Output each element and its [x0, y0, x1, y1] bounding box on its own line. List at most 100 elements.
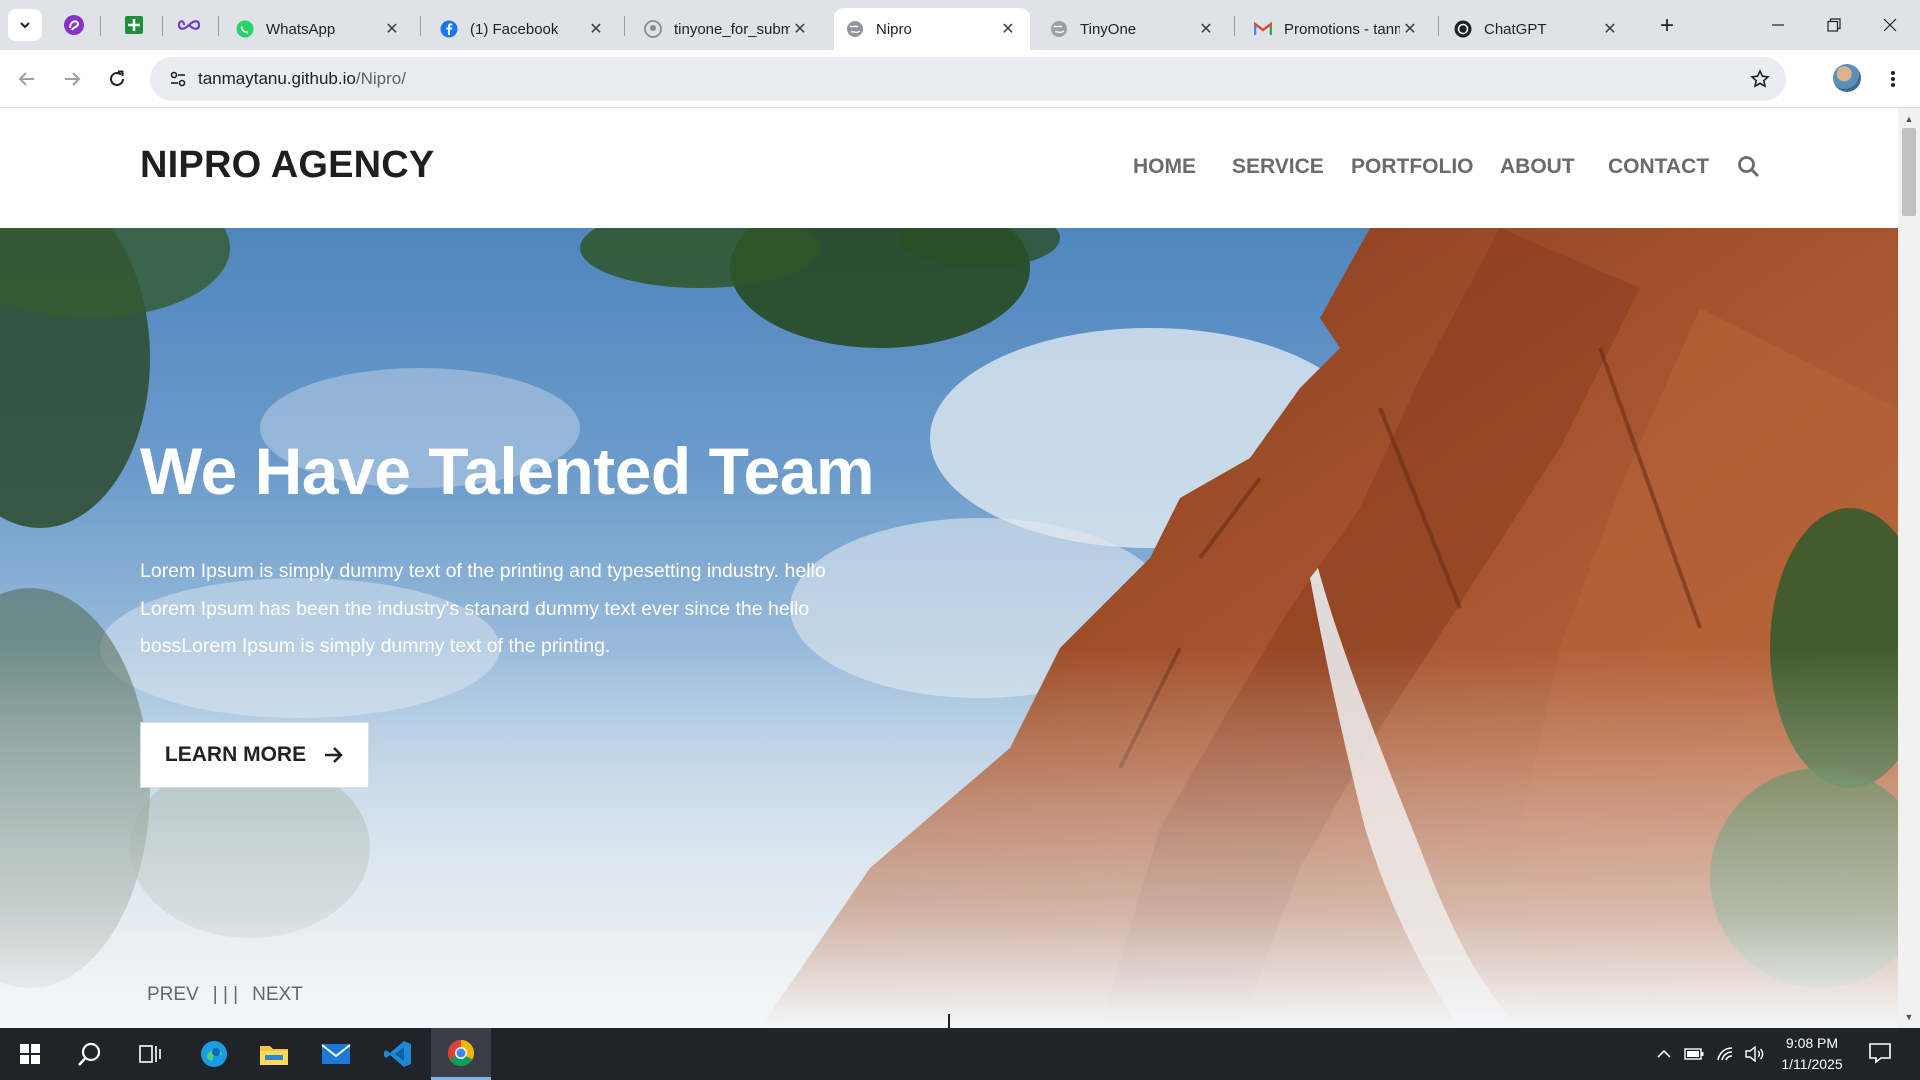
taskbar-chrome[interactable]: [431, 1028, 491, 1080]
close-tab-icon[interactable]: ✕: [586, 19, 606, 39]
volume-icon[interactable]: [1742, 1042, 1766, 1066]
scrollbar-thumb[interactable]: [1902, 128, 1916, 216]
windows-taskbar: 9:08 PM 1/11/2025: [0, 1028, 1920, 1080]
start-button[interactable]: [0, 1028, 60, 1080]
close-tab-icon[interactable]: ✕: [1600, 19, 1620, 39]
pinned-tab-1[interactable]: [54, 9, 94, 41]
forward-arrow-icon: [65, 72, 81, 86]
nav-home[interactable]: HOME: [1133, 155, 1196, 179]
app-logo-icon: [64, 15, 84, 35]
tab-title: Nipro: [876, 20, 912, 38]
taskbar-edge[interactable]: [184, 1028, 244, 1080]
slider-divider: | | |: [212, 984, 239, 1005]
tab-strip: WhatsApp ✕ (1) Facebook ✕ tinyone_for_su…: [0, 0, 1920, 50]
site-info-icon[interactable]: [158, 57, 198, 101]
windows-icon: [20, 1044, 40, 1064]
vscode-icon: [384, 1041, 411, 1067]
infinity-icon: [178, 20, 200, 30]
page-scrollbar[interactable]: ▲ ▼: [1898, 108, 1920, 1028]
tab-title: tinyone_for_submission: [674, 20, 790, 38]
text-cursor: [948, 1014, 950, 1028]
slider-controls: PREV | | | NEXT: [147, 984, 303, 1006]
search-icon[interactable]: [1736, 154, 1762, 180]
tab-gmail[interactable]: Promotions - tanmaytanu ✕: [1242, 8, 1432, 50]
mail-icon: [321, 1044, 351, 1064]
task-view-button[interactable]: [120, 1028, 180, 1080]
forward-button[interactable]: [55, 62, 89, 96]
chevron-down-icon: [20, 22, 30, 29]
restore-icon: [1827, 18, 1841, 32]
browser-menu-button[interactable]: [1876, 62, 1910, 96]
tab-whatsapp[interactable]: WhatsApp ✕: [224, 8, 414, 50]
taskbar-search[interactable]: [60, 1028, 120, 1080]
globe-icon: [1050, 20, 1068, 38]
close-tab-icon[interactable]: ✕: [790, 19, 810, 39]
taskbar-file-explorer[interactable]: [244, 1028, 304, 1080]
hero-description: Lorem Ipsum is simply dummy text of the …: [140, 560, 826, 657]
tab-github[interactable]: tinyone_for_submission ✕: [632, 8, 822, 50]
nav-contact[interactable]: CONTACT: [1608, 155, 1709, 179]
url-path: /Nipro/: [355, 69, 406, 88]
tab-tinyone[interactable]: TinyOne ✕: [1038, 8, 1228, 50]
clock-time: 9:08 PM: [1785, 1035, 1839, 1051]
show-hidden-icons-button[interactable]: [1652, 1042, 1676, 1066]
back-button[interactable]: [10, 62, 44, 96]
folder-icon: [260, 1046, 288, 1065]
tab-facebook[interactable]: (1) Facebook ✕: [428, 8, 618, 50]
globe-icon: [846, 20, 864, 38]
task-view-icon: [139, 1045, 161, 1063]
scroll-up-icon[interactable]: ▲: [1902, 112, 1916, 126]
tab-title: (1) Facebook: [470, 20, 559, 38]
notifications-icon[interactable]: [1868, 1041, 1894, 1067]
chrome-icon: [447, 1039, 475, 1066]
tab-nipro[interactable]: Nipro ✕: [834, 8, 1030, 50]
site-header: NIPRO AGENCY HOME SERVICE PORTFOLIO ABOU…: [0, 108, 1898, 228]
close-window-button[interactable]: [1862, 0, 1918, 50]
hero-slider: We Have Talented Team Lorem Ipsum is sim…: [0, 228, 1898, 1028]
taskbar-clock[interactable]: 9:08 PM 1/11/2025: [1772, 1033, 1852, 1075]
edge-icon: [201, 1041, 227, 1067]
close-tab-icon[interactable]: ✕: [1400, 19, 1420, 39]
bookmark-star-icon[interactable]: [1746, 65, 1774, 93]
tab-title: TinyOne: [1080, 20, 1137, 38]
page-viewport: NIPRO AGENCY HOME SERVICE PORTFOLIO ABOU…: [0, 108, 1898, 1028]
next-slide-button[interactable]: NEXT: [252, 984, 303, 1006]
taskbar-vscode[interactable]: [368, 1028, 428, 1080]
more-vertical-icon: [1891, 71, 1895, 87]
nav-portfolio[interactable]: PORTFOLIO: [1351, 155, 1474, 179]
tab-search-button[interactable]: [8, 9, 42, 41]
tab-chatgpt[interactable]: ChatGPT ✕: [1442, 8, 1632, 50]
github-icon: [644, 20, 662, 38]
close-tab-icon[interactable]: ✕: [1196, 19, 1216, 39]
close-tab-icon[interactable]: ✕: [382, 19, 402, 39]
back-arrow-icon: [18, 72, 34, 86]
scroll-down-icon[interactable]: ▼: [1902, 1010, 1916, 1024]
battery-icon[interactable]: [1682, 1042, 1706, 1066]
close-tab-icon[interactable]: ✕: [998, 19, 1018, 39]
learn-more-button[interactable]: LEARN MORE: [140, 722, 369, 788]
chatgpt-icon: [1454, 20, 1472, 38]
reload-icon: [110, 70, 124, 86]
restore-button[interactable]: [1806, 0, 1862, 50]
clock-date: 1/11/2025: [1781, 1056, 1843, 1072]
search-icon: [78, 1042, 101, 1066]
minimize-icon: [1772, 24, 1784, 26]
pinned-tab-sheets[interactable]: [114, 9, 154, 41]
whatsapp-icon: [236, 20, 254, 38]
prev-slide-button[interactable]: PREV: [147, 984, 199, 1006]
taskbar-mail[interactable]: [306, 1028, 366, 1080]
nav-about[interactable]: ABOUT: [1500, 155, 1575, 179]
nav-service[interactable]: SERVICE: [1232, 155, 1324, 179]
new-tab-button[interactable]: +: [1652, 11, 1682, 41]
site-logo[interactable]: NIPRO AGENCY: [140, 144, 434, 187]
close-icon: [1883, 18, 1897, 32]
pinned-tab-loop[interactable]: [169, 9, 209, 41]
url-host: tanmaytanu.github.io: [198, 69, 356, 88]
address-bar[interactable]: tanmaytanu.github.io/Nipro/: [150, 57, 1786, 101]
wifi-icon[interactable]: [1714, 1042, 1738, 1066]
tab-title: Promotions - tanmaytanu: [1284, 20, 1400, 38]
minimize-button[interactable]: [1750, 0, 1806, 50]
reload-button[interactable]: [100, 62, 134, 96]
chevron-up-icon: [1657, 1049, 1671, 1058]
profile-avatar[interactable]: [1833, 64, 1861, 92]
